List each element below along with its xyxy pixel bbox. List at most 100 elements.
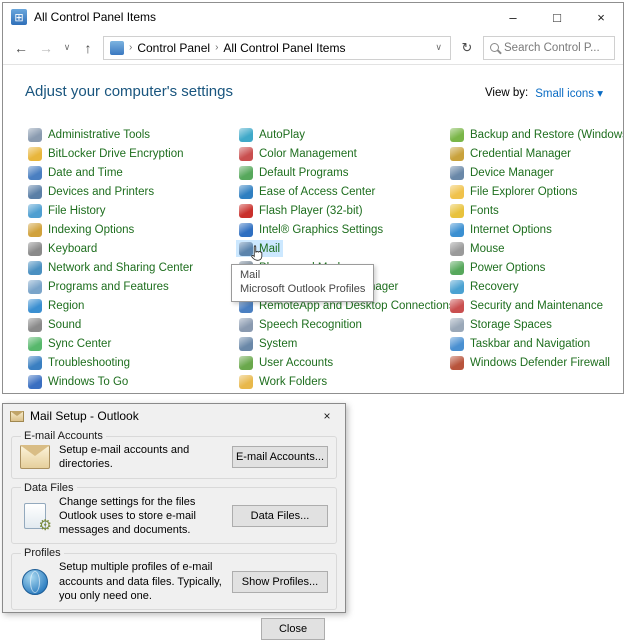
section-description: Setup e-mail accounts and directories. [59,444,190,471]
storage-spaces-icon [450,317,464,332]
troubleshooting-icon [28,355,42,370]
user-accounts-icon [239,355,253,370]
search-icon [490,43,499,52]
item-bitlocker-drive-encryption[interactable]: BitLocker Drive Encryption [25,145,187,162]
item-ease-of-access-center[interactable]: Ease of Access Center [236,183,378,200]
close-dialog-button[interactable]: Close [261,618,325,640]
view-by-dropdown[interactable]: Small icons ▾ [535,86,603,100]
search-box[interactable] [483,35,615,60]
item-programs-and-features[interactable]: Programs and Features [25,278,172,295]
item-taskbar-and-navigation[interactable]: Taskbar and Navigation [447,335,593,352]
item-security-and-maintenance[interactable]: Security and Maintenance [447,297,606,314]
item-default-programs[interactable]: Default Programs [236,164,351,181]
data-files-icon [24,503,52,534]
up-button[interactable]: ↑ [78,40,98,56]
dialog-section-profiles: Profiles Setup multiple profiles of e-ma… [11,547,337,611]
mouse-icon [450,241,464,256]
data-files-button[interactable]: Data Files... [232,505,328,528]
forward-button[interactable]: → [36,40,56,56]
control-panel-items-grid: Administrative Tools AutoPlay Backup and… [3,125,623,391]
section-description: Change settings for the files Outlook us… [59,495,196,537]
date-time-icon [28,165,42,180]
window-controls: – □ × [491,3,623,31]
view-by-label: View by: [484,87,529,99]
minimize-button[interactable]: – [491,3,535,31]
item-internet-options[interactable]: Internet Options [447,221,555,238]
recent-locations-dropdown-icon[interactable]: ∨ [61,42,73,53]
dialog-section-data-files: Data Files Change settings for the files… [11,481,337,545]
refresh-button[interactable]: ↻ [456,40,478,56]
keyboard-icon [28,241,42,256]
e-mail-accounts-button[interactable]: E-mail Accounts... [232,446,328,469]
windows-to-go-icon [28,374,42,389]
item-keyboard[interactable]: Keyboard [25,240,100,257]
item-color-management[interactable]: Color Management [236,145,360,162]
item-recovery[interactable]: Recovery [447,278,522,295]
item-user-accounts[interactable]: User Accounts [236,354,336,371]
navigation-bar: ← → ∨ ↑ › Control Panel › All Control Pa… [3,31,623,65]
item-windows-defender-firewall[interactable]: Windows Defender Firewall [447,354,613,371]
item-file-history[interactable]: File History [25,202,109,219]
item-flash-player-32-bit[interactable]: Flash Player (32-bit) [236,202,366,219]
system-icon [239,336,253,351]
item-speech-recognition[interactable]: Speech Recognition [236,316,365,333]
item-credential-manager[interactable]: Credential Manager [447,145,574,162]
dialog-title-bar: Mail Setup - Outlook × [3,404,345,428]
item-power-options[interactable]: Power Options [447,259,548,276]
item-autoplay[interactable]: AutoPlay [236,126,308,143]
item-storage-spaces[interactable]: Storage Spaces [447,316,555,333]
item-system[interactable]: System [236,335,300,352]
item-backup-and-restore-windows-7[interactable]: Backup and Restore (Windows 7) [447,126,623,143]
region-icon [28,298,42,313]
profiles-icon [22,568,48,595]
indexing-options-icon [28,222,42,237]
address-bar[interactable]: › Control Panel › All Control Panel Item… [103,35,451,60]
sound-icon [28,317,42,332]
item-network-and-sharing-center[interactable]: Network and Sharing Center [25,259,196,276]
breadcrumb-all-control-panel-items[interactable]: All Control Panel Items [223,41,345,55]
page-header: Adjust your computer's settings View by:… [3,65,623,125]
address-dropdown-icon[interactable]: ∨ [433,42,444,53]
search-input[interactable] [504,41,608,54]
show-profiles-button[interactable]: Show Profiles... [232,570,328,593]
page-title: Adjust your computer's settings [25,83,233,100]
item-devices-and-printers[interactable]: Devices and Printers [25,183,157,200]
back-button[interactable]: ← [11,40,31,56]
close-button[interactable]: × [579,3,623,31]
dialog-close-button[interactable]: × [309,404,345,428]
item-intel-graphics-settings[interactable]: Intel® Graphics Settings [236,221,386,238]
network-sharing-icon [28,260,42,275]
maximize-button[interactable]: □ [535,3,579,31]
item-administrative-tools[interactable]: Administrative Tools [25,126,153,143]
speech-recognition-icon [239,317,253,332]
breadcrumb-separator-icon: › [129,42,133,53]
item-work-folders[interactable]: Work Folders [236,373,330,390]
item-mouse[interactable]: Mouse [447,240,508,257]
item-sync-center[interactable]: Sync Center [25,335,114,352]
administrative-tools-icon [28,127,42,142]
item-region[interactable]: Region [25,297,87,314]
window-title: All Control Panel Items [34,10,157,24]
item-sound[interactable]: Sound [25,316,84,333]
mail-setup-icon [10,410,24,422]
item-device-manager[interactable]: Device Manager [447,164,557,181]
item-indexing-options[interactable]: Indexing Options [25,221,137,238]
backup-restore-icon [450,127,464,142]
tooltip-subtitle: Microsoft Outlook Profiles [240,283,366,296]
internet-options-icon [450,222,464,237]
mail-setup-dialog: Mail Setup - Outlook × E-mail Accounts S… [2,403,346,640]
item-file-explorer-options[interactable]: File Explorer Options [447,183,580,200]
devices-printers-icon [28,184,42,199]
item-date-and-time[interactable]: Date and Time [25,164,126,181]
item-troubleshooting[interactable]: Troubleshooting [25,354,133,371]
default-programs-icon [239,165,253,180]
mail-tooltip: Mail Microsoft Outlook Profiles [231,264,375,302]
work-folders-icon [239,374,253,389]
section-legend: Data Files [24,481,74,494]
item-fonts[interactable]: Fonts [447,202,502,219]
item-windows-to-go[interactable]: Windows To Go [25,373,131,390]
programs-features-icon [28,279,42,294]
breadcrumb-control-panel[interactable]: Control Panel [137,41,210,55]
device-manager-icon [450,165,464,180]
title-bar: All Control Panel Items – □ × [3,3,623,31]
